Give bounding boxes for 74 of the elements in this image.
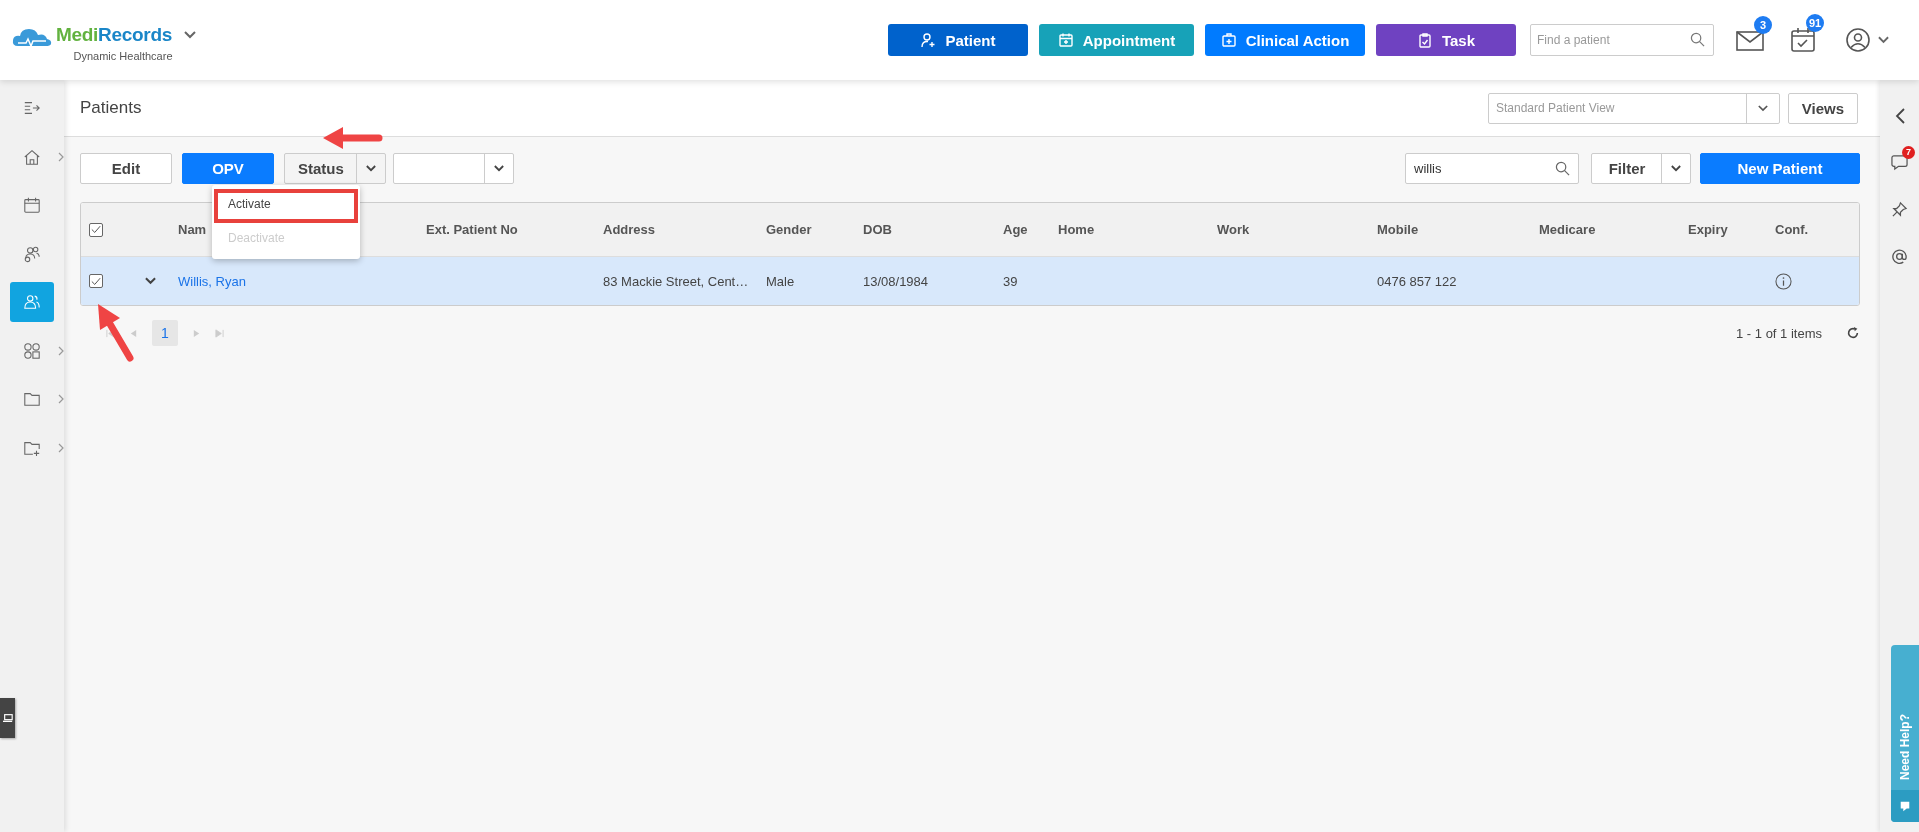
column-header[interactable]: Expiry [1688, 222, 1728, 237]
caret-icon [1671, 165, 1681, 172]
notification-badge: 91 [1806, 14, 1824, 32]
select-all-checkbox[interactable] [89, 222, 103, 237]
pin-icon[interactable] [1891, 201, 1908, 218]
home-icon [23, 147, 41, 166]
caret-icon [365, 165, 376, 172]
folder-icon [23, 390, 41, 409]
people-icon [23, 244, 41, 263]
notification-badge: 7 [1902, 146, 1915, 159]
action-button[interactable]: Task [1376, 24, 1516, 56]
table-cell: 13/08/1984 [863, 273, 929, 289]
at-sign-icon[interactable] [1891, 248, 1908, 265]
menu-item[interactable]: Activate [214, 189, 358, 223]
column-header[interactable]: Age [1003, 222, 1028, 237]
caret-icon [493, 165, 504, 172]
medical-kit-icon [1220, 32, 1237, 48]
search-field[interactable]: willis [1405, 153, 1579, 184]
table-cell: 83 Mackie Street, Cent… [603, 273, 749, 289]
search-icon [1690, 32, 1705, 47]
first-page-icon[interactable] [106, 328, 115, 338]
caret-icon[interactable] [184, 31, 197, 39]
notification-badge: 3 [1754, 16, 1772, 34]
column-header[interactable]: Home [1058, 222, 1095, 237]
practice-name: Dynamic Healthcare [72, 50, 174, 62]
column-header[interactable]: Ext. Patient No [426, 222, 518, 237]
search-icon [1555, 161, 1570, 176]
patient-name-link[interactable]: Willis, Ryan [178, 273, 246, 289]
action-button[interactable]: Patient [888, 24, 1028, 56]
pagination-summary: 1 - 1 of 1 items [1736, 325, 1822, 341]
row-checkbox[interactable] [89, 274, 103, 288]
info-icon[interactable] [1775, 272, 1792, 290]
patient-search-field[interactable]: Find a patient [1530, 24, 1714, 56]
action-button[interactable]: Clinical Action [1205, 24, 1365, 56]
table-cell: 39 [1003, 273, 1018, 289]
page-button[interactable]: 1 [152, 320, 178, 346]
brand-name: MediRecords [56, 24, 173, 46]
side-tab-button[interactable] [0, 698, 15, 738]
opv-button[interactable]: OPV [182, 153, 274, 184]
caret-icon[interactable] [1878, 36, 1889, 44]
calendar-icon [23, 196, 41, 215]
expand-chevron-icon[interactable] [145, 277, 156, 285]
refresh-icon[interactable] [1846, 326, 1860, 340]
modules-icon [23, 341, 41, 360]
calendar-check-icon[interactable] [1790, 27, 1816, 53]
chat-bubble-icon [1899, 800, 1911, 812]
column-header[interactable]: Nam [178, 222, 207, 237]
clipboard-icon [1416, 32, 1433, 48]
new-patient-button[interactable]: New Patient [1700, 153, 1860, 184]
patients-icon [23, 293, 41, 312]
sidebar-item[interactable] [10, 282, 54, 323]
caret-icon [1758, 104, 1768, 112]
cloud-logo-icon [12, 26, 52, 48]
views-button[interactable]: Views [1788, 92, 1858, 124]
table-row[interactable]: Willis, Ryan 83 Mackie Street, Cent… Male 13/08/1984 39 0476 857 122 [81, 257, 1859, 305]
chat-icon[interactable] [1891, 154, 1908, 171]
table-cell: Male [766, 273, 795, 289]
column-header[interactable]: Mobile [1377, 222, 1419, 237]
column-header[interactable]: Gender [766, 222, 812, 237]
column-header[interactable]: Work [1217, 222, 1250, 237]
column-header[interactable]: Address [603, 222, 656, 237]
column-header[interactable]: Conf. [1775, 222, 1809, 237]
table-cell: 0476 857 122 [1377, 273, 1457, 289]
edit-button[interactable]: Edit [80, 153, 172, 184]
column-header[interactable]: Medicare [1539, 222, 1596, 237]
column-header[interactable]: DOB [863, 222, 892, 237]
monitor-icon [2, 712, 13, 724]
person-add-icon [920, 32, 937, 48]
mail-icon[interactable] [1736, 29, 1764, 51]
page-title: Patients [80, 98, 142, 118]
calendar-icon [1057, 32, 1074, 48]
annotation-arrow [321, 125, 383, 151]
chevron-left-icon[interactable] [1894, 108, 1905, 124]
user-avatar-icon[interactable] [1846, 28, 1870, 52]
